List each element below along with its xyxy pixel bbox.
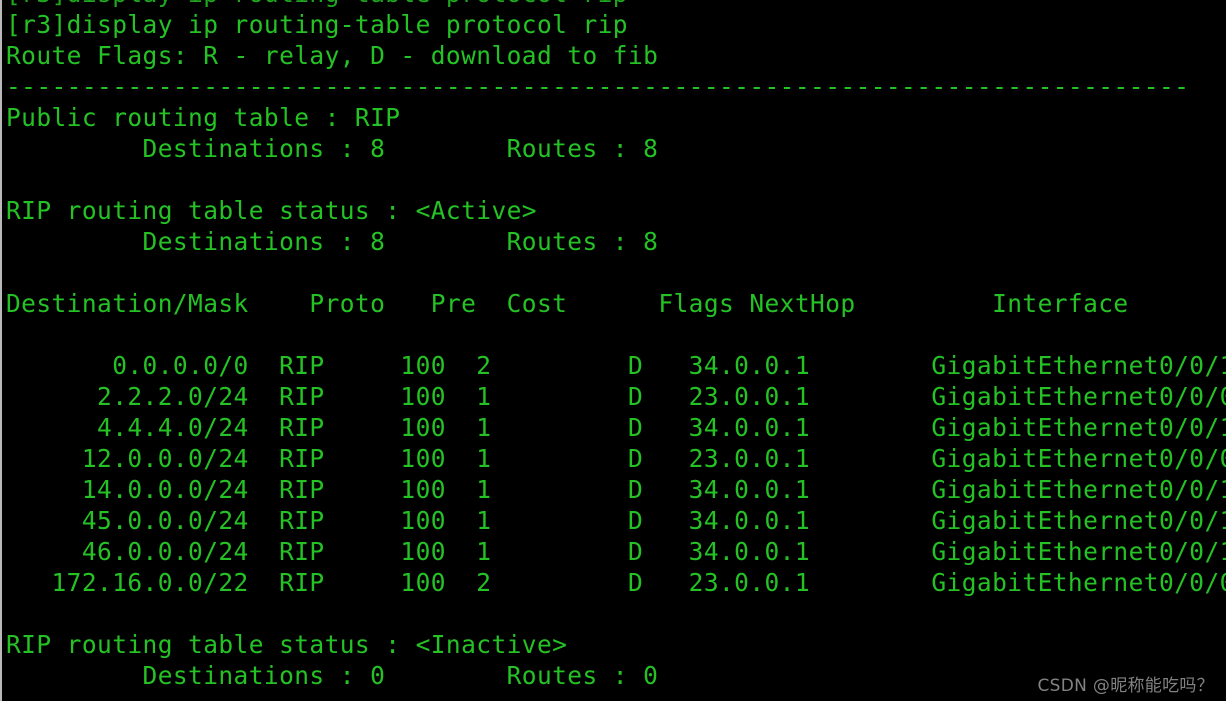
separator-line: ----------------------------------------… [6, 72, 1190, 101]
csdn-watermark: CSDN @昵称能吃吗？ [1037, 676, 1214, 696]
scrolled-off-line: [r3]display ip routing-table protocol ri… [2, 0, 1226, 9]
public-routing-table-header: Public routing table : RIP [6, 103, 401, 132]
table-row: 12.0.0.0/24 RIP 100 1 D 23.0.0.1 Gigabit… [6, 444, 1226, 473]
table-row: 0.0.0.0/0 RIP 100 2 D 34.0.0.1 GigabitEt… [6, 351, 1226, 380]
route-flags-legend: Route Flags: R - relay, D - download to … [6, 41, 659, 70]
command-line[interactable]: [r3]display ip routing-table protocol ri… [2, 9, 1226, 40]
public-routing-table-counts: Destinations : 8 Routes : 8 [6, 134, 659, 163]
rip-status-active: RIP routing table status : <Active> [6, 196, 537, 225]
terminal-window[interactable]: [r3]display ip routing-table protocol ri… [0, 0, 1226, 701]
table-row: 2.2.2.0/24 RIP 100 1 D 23.0.0.1 GigabitE… [6, 382, 1226, 411]
table-column-headers: Destination/Mask Proto Pre Cost Flags Ne… [6, 289, 1129, 318]
rip-status-inactive: RIP routing table status : <Inactive> [6, 630, 568, 659]
table-row: 172.16.0.0/22 RIP 100 2 D 23.0.0.1 Gigab… [6, 568, 1226, 597]
scrolled-off-command-line: [r3]display ip routing-table protocol ri… [2, 0, 628, 9]
rip-active-counts: Destinations : 8 Routes : 8 [6, 227, 659, 256]
table-row: 14.0.0.0/24 RIP 100 1 D 34.0.0.1 Gigabit… [6, 475, 1226, 504]
table-row: 46.0.0.0/24 RIP 100 1 D 34.0.0.1 Gigabit… [6, 537, 1226, 566]
terminal-screen[interactable]: [r3]display ip routing-table protocol ri… [2, 0, 1226, 691]
table-row: 4.4.4.0/24 RIP 100 1 D 34.0.0.1 GigabitE… [6, 413, 1226, 442]
table-row: 45.0.0.0/24 RIP 100 1 D 34.0.0.1 Gigabit… [6, 506, 1226, 535]
